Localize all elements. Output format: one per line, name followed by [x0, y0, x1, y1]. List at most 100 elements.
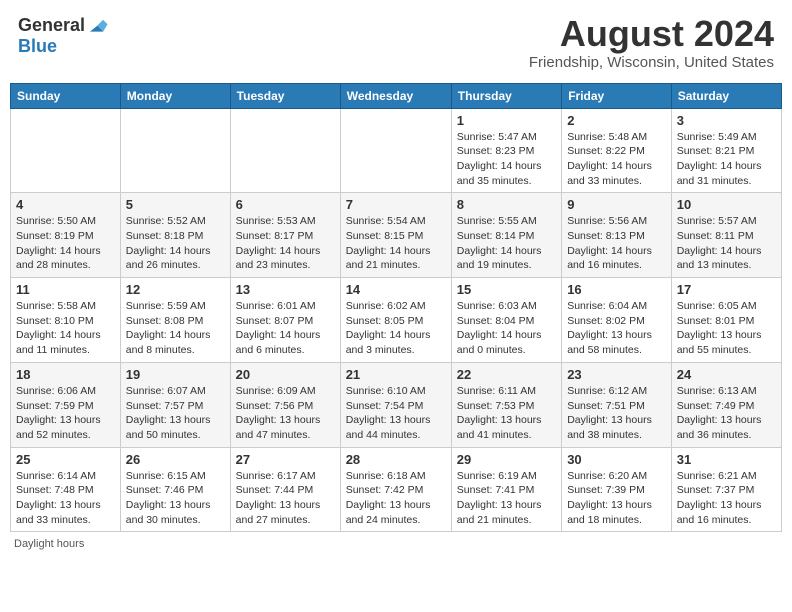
table-row: 26 Sunrise: 6:15 AMSunset: 7:46 PMDayligh…	[120, 447, 230, 532]
day-info: Sunrise: 5:54 AMSunset: 8:15 PMDaylight:…	[346, 214, 446, 273]
day-info: Sunrise: 5:52 AMSunset: 8:18 PMDaylight:…	[126, 214, 225, 273]
day-number: 14	[346, 282, 446, 297]
day-info: Sunrise: 6:02 AMSunset: 8:05 PMDaylight:…	[346, 299, 446, 358]
table-row: 20 Sunrise: 6:09 AMSunset: 7:56 PMDayligh…	[230, 362, 340, 447]
day-info: Sunrise: 6:12 AMSunset: 7:51 PMDaylight:…	[567, 384, 666, 443]
day-info: Sunrise: 6:01 AMSunset: 8:07 PMDaylight:…	[236, 299, 335, 358]
table-row: 1 Sunrise: 5:47 AMSunset: 8:23 PMDaylight…	[451, 108, 561, 193]
table-row: 27 Sunrise: 6:17 AMSunset: 7:44 PMDayligh…	[230, 447, 340, 532]
table-row: 2Sunrise: 5:48 AMSunset: 8:22 PMDaylight…	[562, 108, 672, 193]
calendar-header-row: Sunday Monday Tuesday Wednesday Thursday…	[11, 83, 782, 108]
day-info: Sunrise: 6:15 AMSunset: 7:46 PMDaylight:…	[126, 469, 225, 528]
table-row: 21Sunrise: 6:10 AMSunset: 7:54 PMDayligh…	[340, 362, 451, 447]
table-row: 4 Sunrise: 5:50 AMSunset: 8:19 PMDaylight…	[11, 193, 121, 278]
day-number: 16	[567, 282, 666, 297]
day-number: 28	[346, 452, 446, 467]
table-row: 11 Sunrise: 5:58 AMSunset: 8:10 PMDayligh…	[11, 278, 121, 363]
day-number: 23	[567, 367, 666, 382]
table-row	[11, 108, 121, 193]
page-header: General Blue August 2024 Friendship, Wis…	[10, 10, 782, 75]
table-row: 15 Sunrise: 6:03 AMSunset: 8:04 PMDayligh…	[451, 278, 561, 363]
table-row: 14 Sunrise: 6:02 AMSunset: 8:05 PMDayligh…	[340, 278, 451, 363]
day-number: 26	[126, 452, 225, 467]
day-info: Sunrise: 5:48 AMSunset: 8:22 PMDaylight:…	[567, 130, 666, 189]
day-info: Sunrise: 6:05 AMSunset: 8:01 PMDaylight:…	[677, 299, 776, 358]
calendar-week-row: 4 Sunrise: 5:50 AMSunset: 8:19 PMDaylight…	[11, 193, 782, 278]
day-info: Sunrise: 5:50 AMSunset: 8:19 PMDaylight:…	[16, 214, 115, 273]
day-info: Sunrise: 5:53 AMSunset: 8:17 PMDaylight:…	[236, 214, 335, 273]
day-info: Sunrise: 6:13 AMSunset: 7:49 PMDaylight:…	[677, 384, 776, 443]
day-number: 11	[16, 282, 115, 297]
day-number: 21	[346, 367, 446, 382]
col-wednesday: Wednesday	[340, 83, 451, 108]
day-info: Sunrise: 6:06 AMSunset: 7:59 PMDaylight:…	[16, 384, 115, 443]
day-number: 29	[457, 452, 556, 467]
day-number: 1	[457, 113, 556, 128]
table-row: 7 Sunrise: 5:54 AMSunset: 8:15 PMDaylight…	[340, 193, 451, 278]
day-info: Sunrise: 6:19 AMSunset: 7:41 PMDaylight:…	[457, 469, 556, 528]
col-friday: Friday	[562, 83, 672, 108]
day-number: 9	[567, 197, 666, 212]
col-saturday: Saturday	[671, 83, 781, 108]
day-number: 15	[457, 282, 556, 297]
day-info: Sunrise: 5:47 AMSunset: 8:23 PMDaylight:…	[457, 130, 556, 189]
day-number: 22	[457, 367, 556, 382]
day-info: Sunrise: 5:58 AMSunset: 8:10 PMDaylight:…	[16, 299, 115, 358]
table-row: 6Sunrise: 5:53 AMSunset: 8:17 PMDaylight…	[230, 193, 340, 278]
month-title: August 2024	[529, 14, 774, 54]
table-row: 22 Sunrise: 6:11 AMSunset: 7:53 PMDayligh…	[451, 362, 561, 447]
table-row: 3 Sunrise: 5:49 AMSunset: 8:21 PMDaylight…	[671, 108, 781, 193]
day-info: Sunrise: 6:18 AMSunset: 7:42 PMDaylight:…	[346, 469, 446, 528]
day-info: Sunrise: 6:14 AMSunset: 7:48 PMDaylight:…	[16, 469, 115, 528]
day-info: Sunrise: 5:57 AMSunset: 8:11 PMDaylight:…	[677, 214, 776, 273]
day-number: 13	[236, 282, 335, 297]
day-number: 3	[677, 113, 776, 128]
footer-note: Daylight hours	[10, 538, 782, 550]
day-number: 27	[236, 452, 335, 467]
day-info: Sunrise: 6:20 AMSunset: 7:39 PMDaylight:…	[567, 469, 666, 528]
table-row: 18Sunrise: 6:06 AMSunset: 7:59 PMDayligh…	[11, 362, 121, 447]
logo: General Blue	[18, 14, 109, 57]
table-row: 12Sunrise: 5:59 AMSunset: 8:08 PMDayligh…	[120, 278, 230, 363]
col-thursday: Thursday	[451, 83, 561, 108]
table-row	[230, 108, 340, 193]
day-info: Sunrise: 5:49 AMSunset: 8:21 PMDaylight:…	[677, 130, 776, 189]
day-info: Sunrise: 6:09 AMSunset: 7:56 PMDaylight:…	[236, 384, 335, 443]
table-row: 25Sunrise: 6:14 AMSunset: 7:48 PMDayligh…	[11, 447, 121, 532]
table-row	[340, 108, 451, 193]
calendar-week-row: 25Sunrise: 6:14 AMSunset: 7:48 PMDayligh…	[11, 447, 782, 532]
table-row: 31 Sunrise: 6:21 AMSunset: 7:37 PMDayligh…	[671, 447, 781, 532]
day-info: Sunrise: 6:11 AMSunset: 7:53 PMDaylight:…	[457, 384, 556, 443]
table-row: 29 Sunrise: 6:19 AMSunset: 7:41 PMDayligh…	[451, 447, 561, 532]
table-row: 13 Sunrise: 6:01 AMSunset: 8:07 PMDayligh…	[230, 278, 340, 363]
table-row: 10Sunrise: 5:57 AMSunset: 8:11 PMDayligh…	[671, 193, 781, 278]
day-number: 24	[677, 367, 776, 382]
table-row: 30 Sunrise: 6:20 AMSunset: 7:39 PMDayligh…	[562, 447, 672, 532]
calendar-week-row: 1 Sunrise: 5:47 AMSunset: 8:23 PMDaylight…	[11, 108, 782, 193]
table-row: 19Sunrise: 6:07 AMSunset: 7:57 PMDayligh…	[120, 362, 230, 447]
logo-blue-text: Blue	[18, 36, 57, 57]
day-number: 31	[677, 452, 776, 467]
calendar-table: Sunday Monday Tuesday Wednesday Thursday…	[10, 83, 782, 533]
logo-icon	[87, 14, 109, 36]
table-row	[120, 108, 230, 193]
day-number: 7	[346, 197, 446, 212]
day-number: 4	[16, 197, 115, 212]
day-info: Sunrise: 5:56 AMSunset: 8:13 PMDaylight:…	[567, 214, 666, 273]
col-sunday: Sunday	[11, 83, 121, 108]
table-row: 28 Sunrise: 6:18 AMSunset: 7:42 PMDayligh…	[340, 447, 451, 532]
day-number: 20	[236, 367, 335, 382]
table-row: 24 Sunrise: 6:13 AMSunset: 7:49 PMDayligh…	[671, 362, 781, 447]
day-number: 8	[457, 197, 556, 212]
day-number: 30	[567, 452, 666, 467]
table-row: 23 Sunrise: 6:12 AMSunset: 7:51 PMDayligh…	[562, 362, 672, 447]
day-info: Sunrise: 6:21 AMSunset: 7:37 PMDaylight:…	[677, 469, 776, 528]
day-number: 17	[677, 282, 776, 297]
day-info: Sunrise: 5:55 AMSunset: 8:14 PMDaylight:…	[457, 214, 556, 273]
table-row: 9 Sunrise: 5:56 AMSunset: 8:13 PMDaylight…	[562, 193, 672, 278]
day-info: Sunrise: 6:03 AMSunset: 8:04 PMDaylight:…	[457, 299, 556, 358]
day-info: Sunrise: 6:17 AMSunset: 7:44 PMDaylight:…	[236, 469, 335, 528]
day-info: Sunrise: 5:59 AMSunset: 8:08 PMDaylight:…	[126, 299, 225, 358]
day-number: 19	[126, 367, 225, 382]
calendar-week-row: 18Sunrise: 6:06 AMSunset: 7:59 PMDayligh…	[11, 362, 782, 447]
